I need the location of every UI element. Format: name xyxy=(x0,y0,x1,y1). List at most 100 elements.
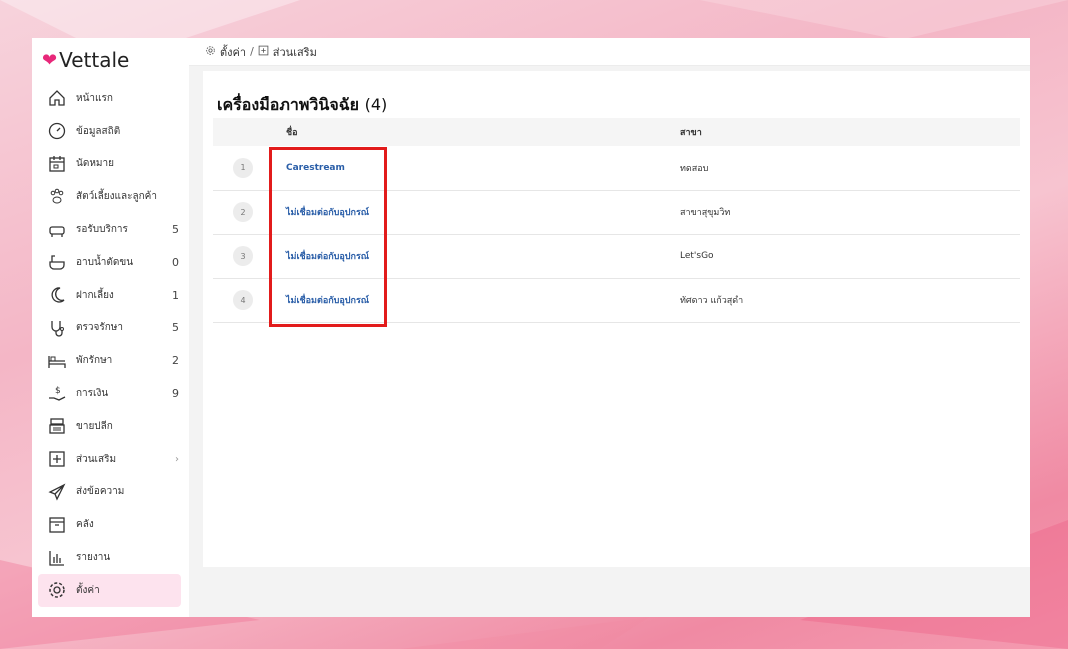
sidebar-item-7[interactable]: ตรวจรักษา 5 xyxy=(32,312,189,345)
plus-square-icon xyxy=(46,449,68,469)
column-header-index xyxy=(213,118,285,146)
moon-icon xyxy=(46,285,68,305)
page-title-text: เครื่องมือภาพวินิจฉัย xyxy=(217,95,359,114)
cash-register-icon xyxy=(46,416,68,436)
devices-table: ชื่อ สาขา 1 Carestream ทดสอบ 2 ไม่เชื่อมต่อก… xyxy=(213,118,1020,323)
sidebar-item-label: นัดหมาย xyxy=(76,158,114,170)
breadcrumb-parent[interactable]: ตั้งค่า xyxy=(220,43,246,61)
sidebar: ❤ Vettale หน้าแรกข้อมูลสถิตินัดหมายสัตว์… xyxy=(32,38,189,617)
archive-icon xyxy=(46,515,68,535)
chevron-right-icon: › xyxy=(175,453,179,465)
sidebar-item-count: 9 xyxy=(172,387,179,401)
table-row: 2 ไม่เชื่อมต่อกับอุปกรณ์ สาขาสุขุมวิท xyxy=(213,190,1020,234)
row-name-cell: Carestream xyxy=(285,146,679,190)
sidebar-item-13[interactable]: คลัง xyxy=(32,508,189,541)
sidebar-item-3[interactable]: สัตว์เลี้ยงและลูกค้า xyxy=(32,180,189,213)
home-icon xyxy=(46,88,68,108)
device-name-link[interactable]: ไม่เชื่อมต่อกับอุปกรณ์ xyxy=(286,208,369,218)
sidebar-item-9[interactable]: $ การเงิน 9 xyxy=(32,377,189,410)
heart-logo-icon: ❤ xyxy=(42,49,58,71)
sidebar-item-count: 5 xyxy=(172,223,179,237)
plus-square-icon xyxy=(258,45,269,59)
dashboard-gauge-icon xyxy=(46,121,68,141)
row-branch-cell: Let'sGo xyxy=(680,251,714,261)
gear-icon xyxy=(46,580,68,600)
device-name-link[interactable]: ไม่เชื่อมต่อกับอุปกรณ์ xyxy=(286,252,369,262)
sidebar-item-14[interactable]: รายงาน xyxy=(32,541,189,574)
column-header-branch: สาขา xyxy=(680,128,702,138)
imaging-devices-panel: เครื่องมือภาพวินิจฉัย (4) ชื่อ สาขา 1 Car… xyxy=(203,71,1030,567)
sidebar-item-count: 2 xyxy=(172,354,179,368)
row-index-cell: 3 xyxy=(213,234,285,278)
bed-icon xyxy=(46,351,68,371)
row-index-cell: 2 xyxy=(213,190,285,234)
sidebar-item-label: การเงิน xyxy=(76,388,109,400)
sidebar-item-11[interactable]: ส่วนเสริม › xyxy=(32,443,189,476)
column-header-name: ชื่อ xyxy=(286,128,298,138)
table-header-row: ชื่อ สาขา xyxy=(213,118,1020,146)
sidebar-item-count: 5 xyxy=(172,321,179,335)
table-row: 3 ไม่เชื่อมต่อกับอุปกรณ์ Let'sGo xyxy=(213,234,1020,278)
row-index-badge: 1 xyxy=(233,157,253,178)
paw-icon xyxy=(46,187,68,207)
row-branch-cell: ทัศดาว แก้วสุดำ xyxy=(680,296,744,306)
row-index-badge: 3 xyxy=(233,246,253,266)
row-index-cell: 4 xyxy=(213,278,285,322)
sidebar-nav: หน้าแรกข้อมูลสถิตินัดหมายสัตว์เลี้ยงและล… xyxy=(32,82,189,607)
breadcrumb: ตั้งค่า / ส่วนเสริม xyxy=(189,38,1030,66)
sidebar-item-0[interactable]: หน้าแรก xyxy=(32,82,189,115)
send-icon xyxy=(46,482,68,502)
stethoscope-icon xyxy=(46,318,68,338)
row-branch-cell: สาขาสุขุมวิท xyxy=(680,208,731,218)
sidebar-item-5[interactable]: อาบน้ำตัดขน 0 xyxy=(32,246,189,279)
calendar-icon xyxy=(46,154,68,174)
sidebar-item-15[interactable]: ตั้งค่า xyxy=(38,573,181,607)
row-name-cell: ไม่เชื่อมต่อกับอุปกรณ์ xyxy=(285,278,679,322)
page-title: เครื่องมือภาพวินิจฉัย (4) xyxy=(217,93,387,118)
money-hand-icon: $ xyxy=(46,384,68,404)
app-name: Vettale xyxy=(59,48,130,72)
sidebar-item-2[interactable]: นัดหมาย xyxy=(32,148,189,181)
row-index-badge: 4 xyxy=(233,290,253,310)
row-branch-cell: ทดสอบ xyxy=(680,163,709,174)
page-title-count: (4) xyxy=(364,95,388,114)
sidebar-item-label: ฝากเลี้ยง xyxy=(76,289,114,301)
sidebar-item-label: ขายปลีก xyxy=(76,420,113,432)
sofa-icon xyxy=(46,220,68,240)
sidebar-item-4[interactable]: รอรับบริการ 5 xyxy=(32,213,189,246)
sidebar-item-label: สัตว์เลี้ยงและลูกค้า xyxy=(76,191,157,203)
sidebar-item-label: อาบน้ำตัดขน xyxy=(76,256,134,268)
row-name-cell: ไม่เชื่อมต่อกับอุปกรณ์ xyxy=(285,234,679,278)
sidebar-item-label: ตรวจรักษา xyxy=(76,322,123,334)
breadcrumb-separator: / xyxy=(250,45,254,58)
sidebar-item-label: ตั้งค่า xyxy=(76,584,100,596)
breadcrumb-current: ส่วนเสริม xyxy=(272,45,317,59)
sidebar-item-1[interactable]: ข้อมูลสถิติ xyxy=(32,115,189,148)
logo[interactable]: ❤ Vettale xyxy=(32,38,189,82)
gear-icon xyxy=(205,45,216,59)
sidebar-item-label: ส่วนเสริม xyxy=(76,453,117,465)
svg-text:$: $ xyxy=(55,386,61,396)
device-name-link[interactable]: ไม่เชื่อมต่อกับอุปกรณ์ xyxy=(286,296,369,306)
row-index-cell: 1 xyxy=(213,146,285,190)
sidebar-item-count: 1 xyxy=(172,288,179,302)
sidebar-item-10[interactable]: ขายปลีก xyxy=(32,410,189,443)
sidebar-item-label: รายงาน xyxy=(76,552,111,564)
table-body: 1 Carestream ทดสอบ 2 ไม่เชื่อมต่อกับอุปกรณ์ ส… xyxy=(213,146,1020,322)
sidebar-item-count: 0 xyxy=(172,255,179,269)
sidebar-item-label: คลัง xyxy=(76,519,94,531)
row-name-cell: ไม่เชื่อมต่อกับอุปกรณ์ xyxy=(285,190,679,234)
row-index-badge: 2 xyxy=(233,202,253,222)
sidebar-item-label: ส่งข้อความ xyxy=(76,486,125,498)
bathtub-icon xyxy=(46,252,68,272)
sidebar-item-12[interactable]: ส่งข้อความ xyxy=(32,476,189,509)
device-name-link[interactable]: Carestream xyxy=(286,163,345,173)
table-row: 4 ไม่เชื่อมต่อกับอุปกรณ์ ทัศดาว แก้วสุดำ xyxy=(213,278,1020,322)
sidebar-item-6[interactable]: ฝากเลี้ยง 1 xyxy=(32,279,189,312)
bar-chart-icon xyxy=(46,548,68,568)
sidebar-item-label: หน้าแรก xyxy=(76,92,113,104)
sidebar-item-8[interactable]: พักรักษา 2 xyxy=(32,344,189,377)
sidebar-item-label: ข้อมูลสถิติ xyxy=(76,125,121,137)
sidebar-item-label: รอรับบริการ xyxy=(76,224,128,236)
sidebar-item-label: พักรักษา xyxy=(76,355,113,367)
